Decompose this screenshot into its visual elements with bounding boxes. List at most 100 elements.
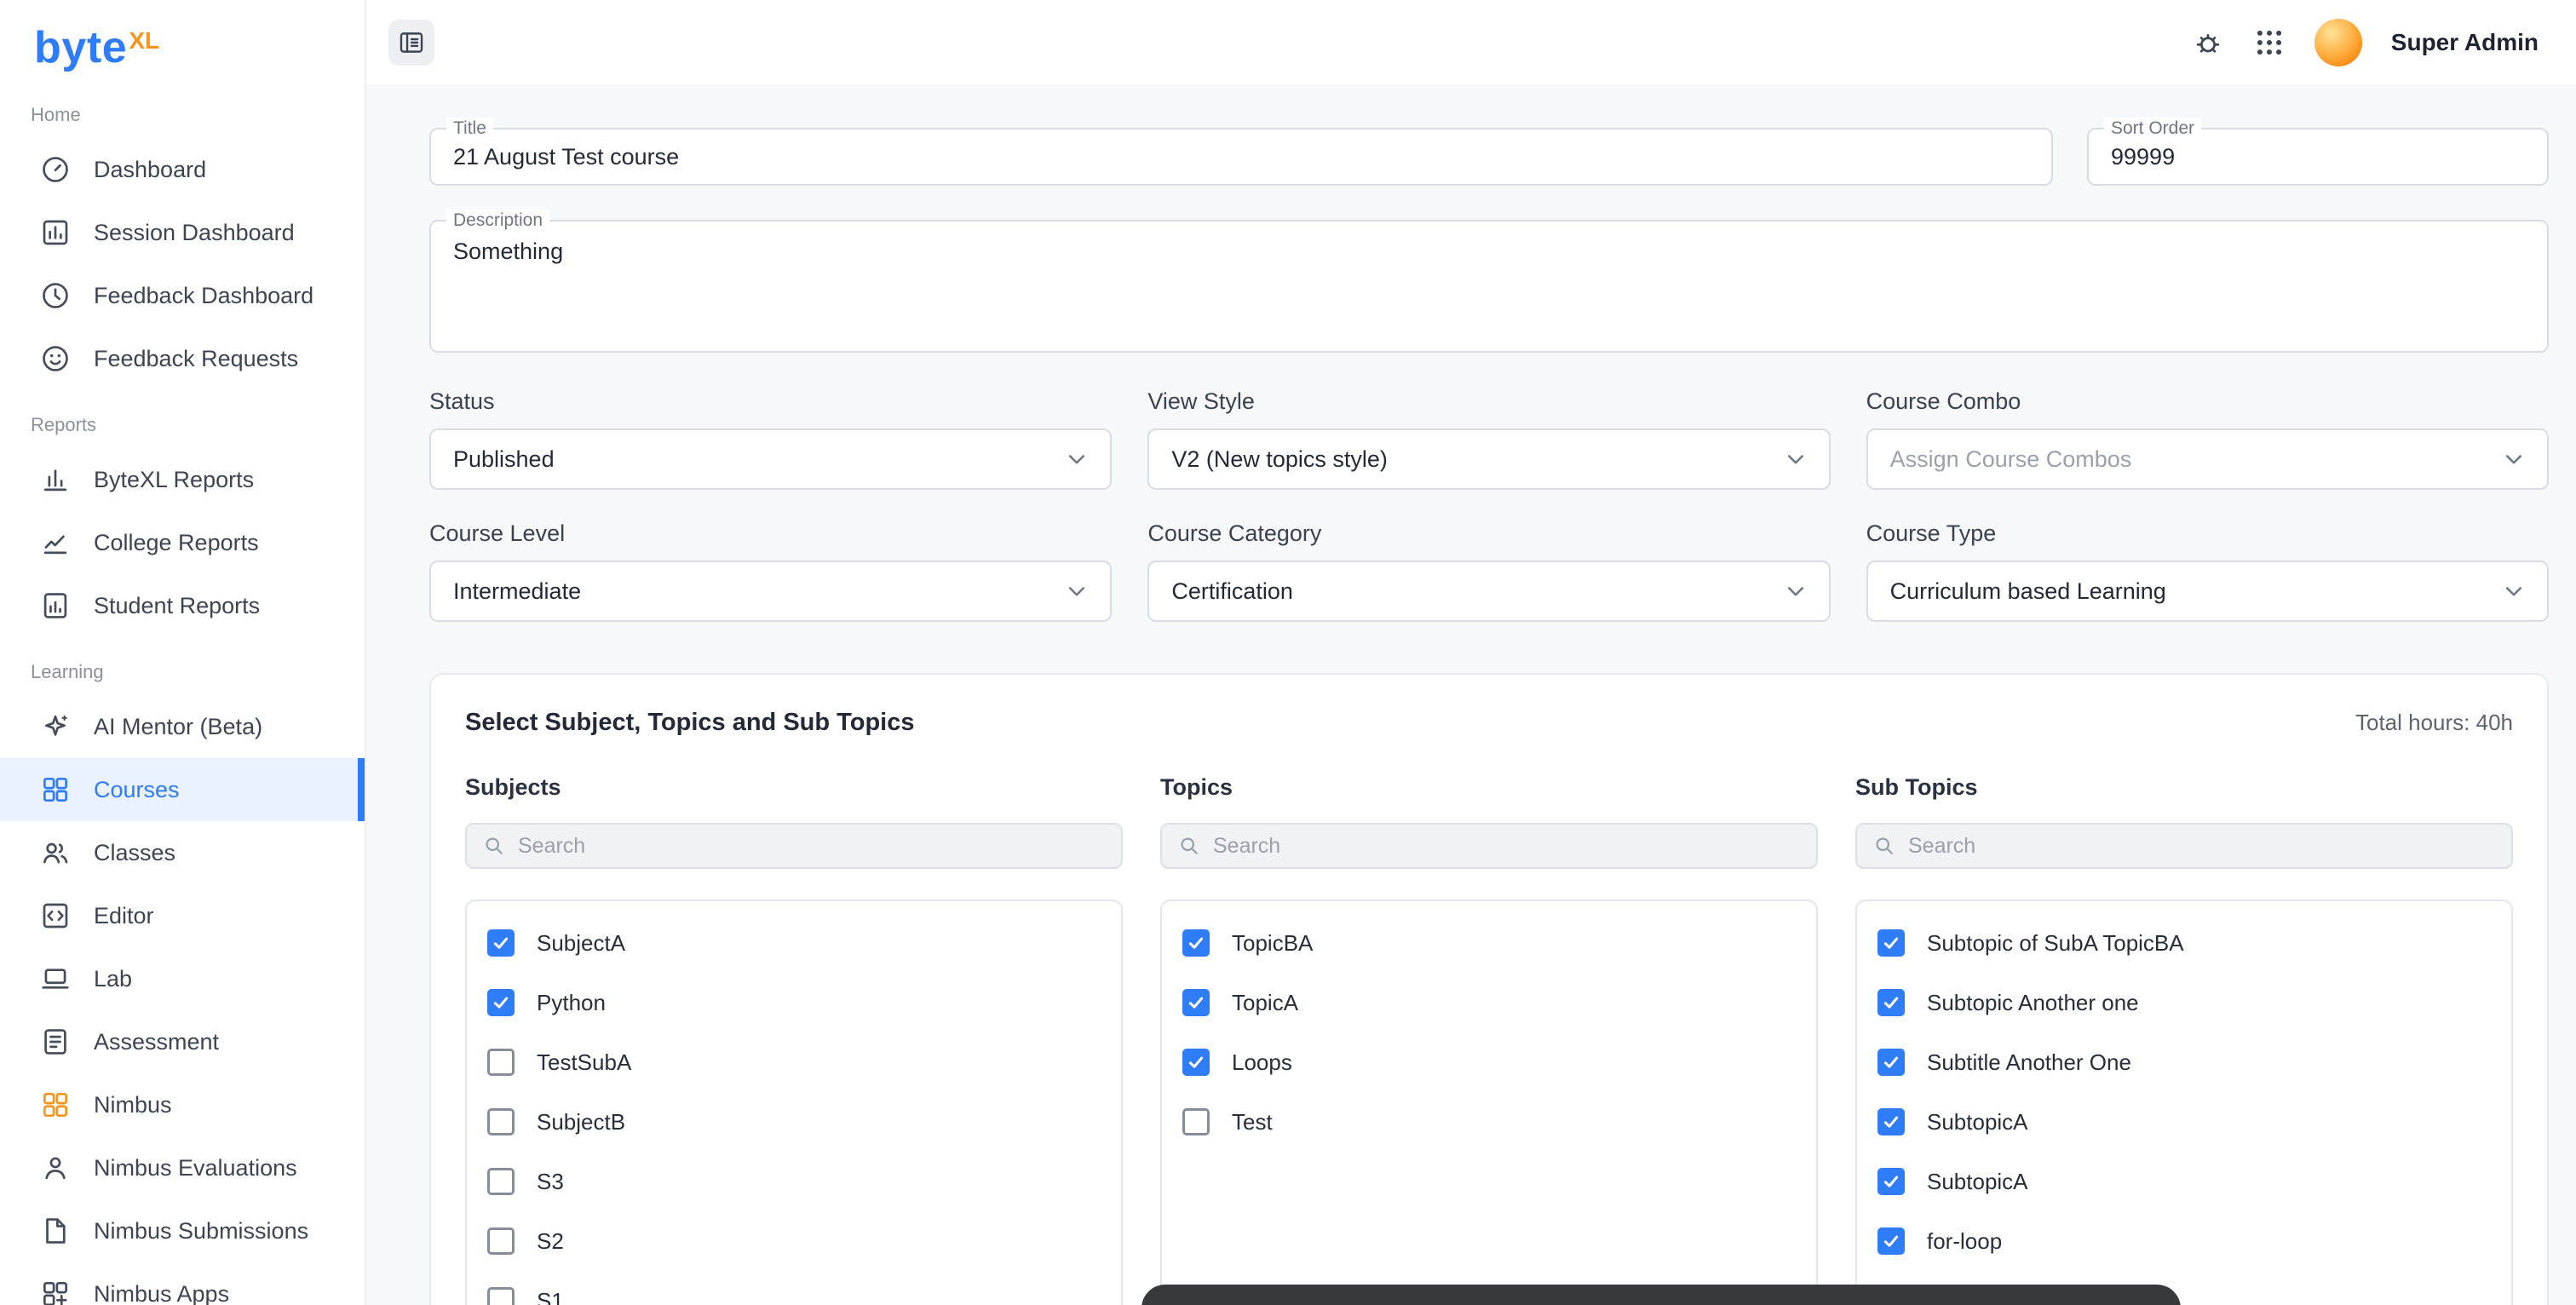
sidebar-item-assessment[interactable]: Assessment (0, 1010, 365, 1073)
sidebar-item-courses[interactable]: Courses (0, 758, 365, 821)
subjects-list: SubjectA PythonTestSubASubjectBS3 S2 S1 (465, 900, 1123, 1305)
speedometer-icon (39, 153, 72, 186)
checkbox[interactable] (1877, 989, 1905, 1016)
column-title: Topics (1160, 774, 1818, 801)
checkbox-label: TopicA (1232, 990, 1298, 1016)
topics-search (1160, 823, 1818, 869)
sidebar-item-nimbus-apps[interactable]: Nimbus Apps (0, 1262, 365, 1305)
checkbox[interactable] (1877, 1049, 1905, 1076)
subjects-item-subjecta[interactable]: SubjectA (467, 913, 1121, 973)
apps-stack-icon (39, 1278, 72, 1305)
course-type-value: Curriculum based Learning (1890, 578, 2166, 605)
topics-item-topica[interactable]: TopicA (1162, 973, 1816, 1032)
status-select[interactable]: Published (429, 428, 1112, 490)
checkbox-label: S2 (537, 1228, 564, 1255)
sidebar-item-label: Assessment (94, 1029, 219, 1055)
course-combo-select[interactable]: Assign Course Combos (1866, 428, 2549, 490)
sidebar-toggle-button[interactable] (388, 20, 434, 66)
sub-topics-item-subtitle-another-one[interactable]: Subtitle Another One (1857, 1032, 2511, 1092)
checkbox[interactable] (487, 989, 515, 1016)
subjects-item-s2[interactable]: S2 (467, 1211, 1121, 1271)
content: Title Sort Order Description Something S… (366, 85, 2576, 1305)
sub-topics-search (1855, 823, 2513, 869)
sort-order-label: Sort Order (2104, 118, 2201, 140)
subjects-item-subjectb[interactable]: SubjectB (467, 1092, 1121, 1152)
search-icon (1872, 834, 1896, 858)
brand-logo[interactable]: byteXL (0, 0, 365, 80)
course-combo-value: Assign Course Combos (1890, 446, 2132, 473)
chart-report-icon (39, 589, 72, 622)
sub-topics-item-subtopic-another-one[interactable]: Subtopic Another one (1857, 973, 2511, 1032)
sidebar-item-dashboard[interactable]: Dashboard (0, 138, 365, 201)
description-label: Description (446, 210, 549, 232)
course-level-select[interactable]: Intermediate (429, 561, 1112, 622)
person-icon (39, 1152, 72, 1184)
sidebar-item-nimbus-submissions[interactable]: Nimbus Submissions (0, 1199, 365, 1262)
bottom-dock-overlay (1141, 1285, 2181, 1305)
checkbox-label: SubtopicA (1927, 1109, 2028, 1135)
sidebar-item-label: Editor (94, 903, 154, 929)
sub-topics-item-subtopica[interactable]: SubtopicA (1857, 1092, 2511, 1152)
checkbox[interactable] (1182, 1049, 1210, 1076)
sidebar-item-bytexl-reports[interactable]: ByteXL Reports (0, 448, 365, 511)
checkbox-label: SubjectA (537, 930, 625, 957)
sidebar-item-college-reports[interactable]: College Reports (0, 511, 365, 574)
checkbox[interactable] (1182, 929, 1210, 957)
view-style-label: View Style (1147, 388, 1830, 415)
view-style-value: V2 (New topics style) (1171, 446, 1388, 473)
user-avatar[interactable] (2314, 19, 2362, 66)
subjects-item-s1[interactable]: S1 (467, 1271, 1121, 1305)
subjects-item-python[interactable]: Python (467, 973, 1121, 1032)
subjects-search-input[interactable] (518, 834, 1106, 859)
sub-topics-item-subtopic-of-suba-topicba[interactable]: Subtopic of SubA TopicBA (1857, 913, 2511, 973)
course-category-select[interactable]: Certification (1147, 561, 1830, 622)
apps-grid-icon[interactable] (2253, 26, 2286, 59)
sidebar-item-classes[interactable]: Classes (0, 821, 365, 884)
app: byteXL HomeDashboardSession DashboardFee… (0, 0, 2576, 1305)
bug-icon[interactable] (2192, 26, 2224, 59)
view-style-select[interactable]: V2 (New topics style) (1147, 428, 1830, 490)
checkbox[interactable] (487, 1287, 515, 1305)
checkbox-label: Subtitle Another One (1927, 1049, 2131, 1076)
description-input[interactable]: Something (431, 221, 2547, 351)
sidebar-item-feedback-dashboard[interactable]: Feedback Dashboard (0, 264, 365, 327)
column-title: Subjects (465, 774, 1123, 801)
sidebar-item-nimbus-evaluations[interactable]: Nimbus Evaluations (0, 1136, 365, 1199)
sub-topics-item-subtopica[interactable]: SubtopicA (1857, 1152, 2511, 1211)
checkbox[interactable] (487, 1168, 515, 1195)
sub-topics-item-for-loop[interactable]: for-loop (1857, 1211, 2511, 1271)
checkbox[interactable] (1877, 1168, 1905, 1195)
checkbox[interactable] (487, 1108, 515, 1135)
sidebar-item-editor[interactable]: Editor (0, 884, 365, 947)
checkbox[interactable] (1877, 1227, 1905, 1255)
file-icon (39, 1215, 72, 1247)
topics-item-loops[interactable]: Loops (1162, 1032, 1816, 1092)
clock-icon (39, 279, 72, 312)
view-style-field: View Style V2 (New topics style) (1147, 388, 1830, 490)
sidebar-item-lab[interactable]: Lab (0, 947, 365, 1010)
sidebar-item-ai-mentor-beta[interactable]: AI Mentor (Beta) (0, 695, 365, 758)
course-type-select[interactable]: Curriculum based Learning (1866, 561, 2549, 622)
title-input[interactable] (431, 129, 2051, 184)
sub-topics-search-input[interactable] (1908, 834, 2496, 859)
sidebar-item-feedback-requests[interactable]: Feedback Requests (0, 327, 365, 390)
topics-item-topicba[interactable]: TopicBA (1162, 913, 1816, 973)
total-hours: Total hours: 40h (2355, 710, 2513, 736)
topics-item-test[interactable]: Test (1162, 1092, 1816, 1152)
subjects-item-s3[interactable]: S3 (467, 1152, 1121, 1211)
sidebar-toggle-icon (397, 28, 426, 57)
checkbox[interactable] (1182, 989, 1210, 1016)
course-level-label: Course Level (429, 520, 1112, 547)
checkbox[interactable] (1182, 1108, 1210, 1135)
checkbox[interactable] (487, 1049, 515, 1076)
checkbox[interactable] (1877, 929, 1905, 957)
checkbox[interactable] (487, 929, 515, 957)
checkbox[interactable] (1877, 1108, 1905, 1135)
checkbox[interactable] (487, 1227, 515, 1255)
topics-search-input[interactable] (1213, 834, 1801, 859)
sidebar-item-nimbus[interactable]: Nimbus (0, 1073, 365, 1136)
grid-icon (39, 773, 72, 806)
subjects-item-testsuba[interactable]: TestSubA (467, 1032, 1121, 1092)
sidebar-item-session-dashboard[interactable]: Session Dashboard (0, 201, 365, 264)
sidebar-item-student-reports[interactable]: Student Reports (0, 574, 365, 637)
